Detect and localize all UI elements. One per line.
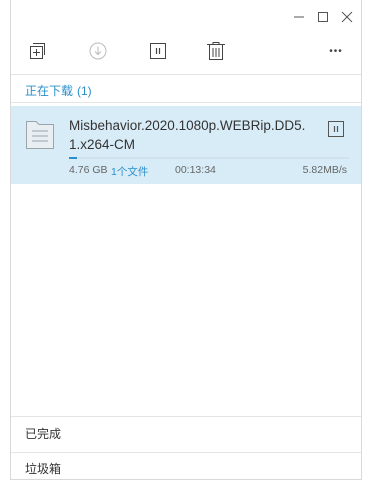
remaining-time: 00:13:34 (175, 164, 216, 176)
pause-icon (150, 43, 166, 59)
add-icon (30, 43, 45, 59)
trash-icon (207, 42, 225, 60)
file-size: 4.76 GB (69, 164, 108, 176)
progress-fill (69, 157, 78, 159)
section-divider (11, 102, 361, 103)
trash-divider (11, 452, 361, 453)
completed-section[interactable]: 已完成 (25, 425, 61, 442)
start-download-button[interactable] (85, 38, 111, 64)
download-window: ••• 正在下载 (1) Misbehavior.2020.1080p.WEBRi… (10, 0, 362, 480)
download-item[interactable]: Misbehavior.2020.1080p.WEBRip.DD5.1.x264… (11, 106, 361, 184)
window-controls (291, 8, 355, 26)
toolbar-divider (11, 74, 361, 75)
pause-icon (328, 121, 344, 137)
delete-button[interactable] (203, 38, 229, 64)
more-icon: ••• (329, 45, 343, 57)
minimize-button[interactable] (291, 8, 307, 26)
item-pause-button[interactable] (327, 120, 345, 138)
close-button[interactable] (339, 8, 355, 26)
file-count-link[interactable]: 1个文件 (111, 164, 148, 179)
download-icon (89, 42, 107, 60)
more-button[interactable]: ••• (321, 38, 351, 64)
pause-all-button[interactable] (145, 38, 171, 64)
completed-divider (11, 416, 361, 417)
progress-bar (69, 157, 349, 159)
new-task-button[interactable] (25, 38, 51, 64)
downloading-header[interactable]: 正在下载 (1) (25, 82, 92, 99)
download-speed: 5.82MB/s (302, 164, 347, 176)
close-icon (341, 11, 353, 23)
trash-section[interactable]: 垃圾箱 (25, 460, 61, 477)
downloading-title: 正在下载 (25, 84, 74, 98)
maximize-button[interactable] (315, 8, 331, 26)
toolbar: ••• (11, 38, 361, 66)
downloading-count: (1) (77, 84, 92, 98)
maximize-icon (318, 12, 328, 22)
folder-icon (26, 121, 54, 149)
file-name: Misbehavior.2020.1080p.WEBRip.DD5.1.x264… (69, 118, 306, 152)
minimize-icon (294, 16, 304, 18)
